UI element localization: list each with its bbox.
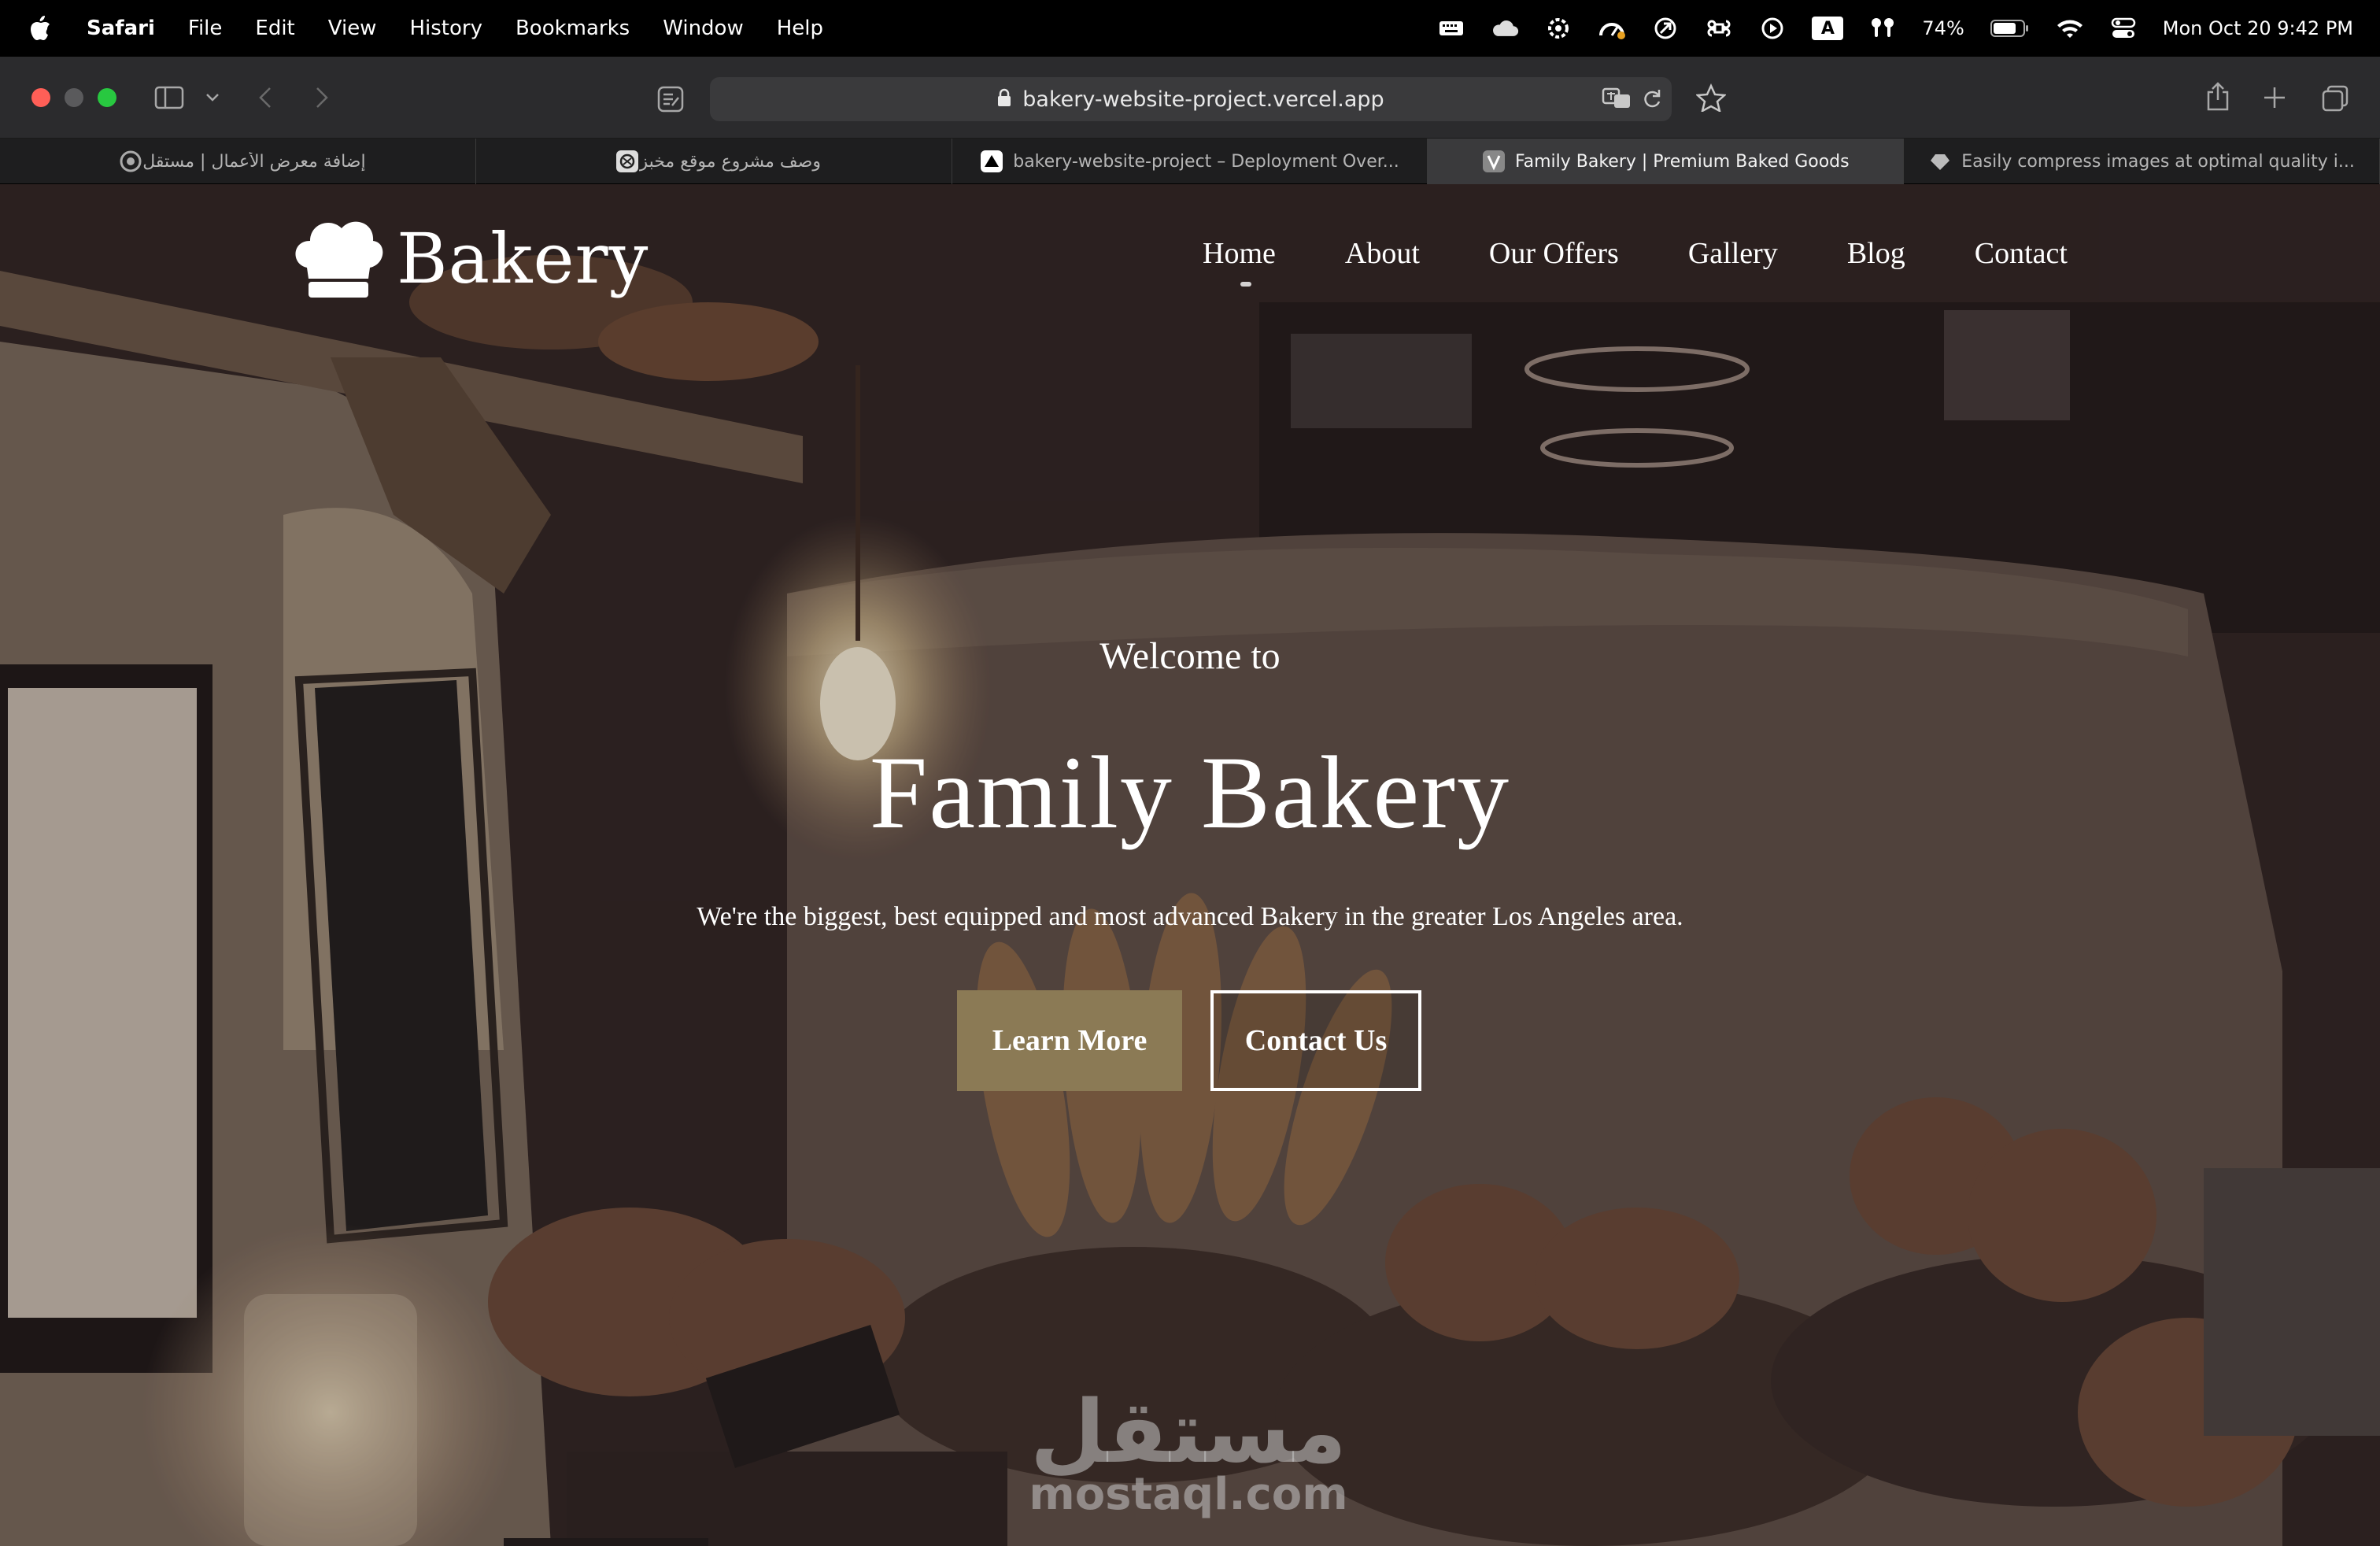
apple-icon[interactable] [28, 15, 60, 42]
input-source-indicator[interactable]: A [1812, 17, 1844, 40]
mostaql-watermark: مستقل mostaql.com [1023, 1389, 1354, 1520]
back-button[interactable] [253, 83, 277, 112]
hero-subtitle: We're the biggest, best equipped and mos… [697, 902, 1683, 931]
menu-history[interactable]: History [409, 17, 482, 40]
address-bar[interactable]: bakery-website-project.vercel.app [710, 77, 1672, 121]
chatgpt-icon [615, 150, 639, 173]
tab-chatgpt[interactable]: وصف مشروع موقع مخبز [476, 139, 952, 184]
tab-title: Easily compress images at optimal qualit… [1961, 151, 2355, 172]
nav-about[interactable]: About [1345, 236, 1420, 271]
gear-icon[interactable] [1544, 14, 1572, 43]
macos-menu-bar: Safari File Edit View History Bookmarks … [0, 0, 2380, 57]
cloud-icon[interactable] [1491, 14, 1519, 43]
contact-us-button[interactable]: Contact Us [1210, 990, 1421, 1091]
v-icon [1482, 150, 1506, 173]
url-text[interactable]: bakery-website-project.vercel.app [1022, 87, 1384, 112]
menu-bookmarks[interactable]: Bookmarks [516, 17, 630, 40]
menu-edit[interactable]: Edit [255, 17, 294, 40]
chef-hat-icon [290, 213, 387, 305]
logo-text: Bakery [397, 218, 649, 299]
reload-icon[interactable] [1640, 87, 1664, 110]
new-tab-icon[interactable] [2260, 83, 2289, 112]
nav-contact[interactable]: Contact [1975, 236, 2068, 271]
sidebar-toggle-icon[interactable] [153, 83, 186, 112]
active-nav-indicator [1240, 282, 1251, 287]
speedometer-icon[interactable] [1598, 14, 1626, 43]
vercel-icon [980, 150, 1003, 173]
lock-icon [997, 88, 1011, 111]
forward-button[interactable] [310, 83, 334, 112]
control-center-icon[interactable] [2109, 14, 2138, 43]
nav-blog[interactable]: Blog [1847, 236, 1905, 271]
browser-toolbar: bakery-website-project.vercel.app [0, 57, 2380, 139]
wifi-icon[interactable] [2056, 14, 2084, 43]
minimize-window-button[interactable] [65, 88, 83, 107]
nav-our-offers[interactable]: Our Offers [1489, 236, 1619, 271]
tab-overview-icon[interactable] [2320, 83, 2350, 113]
watermark-latin: mostaql.com [1029, 1469, 1348, 1520]
bookmark-star-icon[interactable] [1694, 80, 1728, 115]
battery-icon[interactable] [1990, 14, 2031, 43]
status-area: A 74% Mon Oct 20 9:42 PM [1437, 0, 2353, 57]
hero-overlay [0, 184, 2380, 1546]
hero-section: Bakery Home About Our Offers Gallery Blo… [0, 184, 2380, 1546]
airpods-icon[interactable] [1868, 14, 1897, 43]
zoom-window-button[interactable] [98, 88, 116, 107]
nav-gallery[interactable]: Gallery [1688, 236, 1778, 271]
command-icon[interactable] [1705, 14, 1733, 43]
tab-title: Family Bakery | Premium Baked Goods [1514, 151, 1850, 172]
menu-window[interactable]: Window [663, 17, 744, 40]
nav-home[interactable]: Home [1203, 236, 1276, 271]
tab-title: bakery-website-project – Deployment Over… [1013, 151, 1399, 172]
tab-bar: إضافة معرض الأعمال | مستقل وصف مشروع موق… [0, 139, 2380, 184]
close-window-button[interactable] [31, 88, 50, 107]
hero-title: Family Bakery [869, 734, 1511, 850]
keyboard-icon[interactable] [1437, 14, 1465, 43]
tab-compress[interactable]: Easily compress images at optimal qualit… [1904, 139, 2380, 184]
site-logo[interactable]: Bakery [290, 213, 649, 305]
reader-notes-icon[interactable] [655, 83, 686, 115]
chevron-down-icon[interactable] [203, 88, 222, 107]
learn-more-button[interactable]: Learn More [957, 990, 1182, 1091]
menu-view[interactable]: View [328, 17, 377, 40]
tab-vercel[interactable]: bakery-website-project – Deployment Over… [952, 139, 1428, 184]
menu-safari[interactable]: Safari [87, 17, 155, 40]
main-nav: Home About Our Offers Gallery Blog Conta… [1203, 236, 2137, 287]
menu-help[interactable]: Help [777, 17, 823, 40]
window-controls [31, 88, 116, 107]
translate-icon[interactable] [1601, 87, 1632, 110]
focus-icon[interactable] [1651, 14, 1680, 43]
compress-icon [1928, 150, 1952, 173]
watermark-arabic: مستقل [1029, 1381, 1347, 1482]
tab-title: إضافة معرض الأعمال | مستقل [142, 151, 366, 172]
tab-title: وصف مشروع موقع مخبز [639, 151, 821, 172]
menu-file[interactable]: File [188, 17, 223, 40]
tab-family-bakery[interactable]: Family Bakery | Premium Baked Goods [1428, 139, 1905, 184]
hero-welcome-text: Welcome to [1099, 635, 1281, 677]
battery-percent: 74% [1922, 17, 1964, 39]
share-icon[interactable] [2202, 79, 2234, 113]
tab-mostaql[interactable]: إضافة معرض الأعمال | مستقل [0, 139, 476, 184]
play-circle-icon[interactable] [1758, 14, 1787, 43]
menu-clock[interactable]: Mon Oct 20 9:42 PM [2163, 17, 2353, 39]
mostaql-icon [119, 150, 142, 173]
